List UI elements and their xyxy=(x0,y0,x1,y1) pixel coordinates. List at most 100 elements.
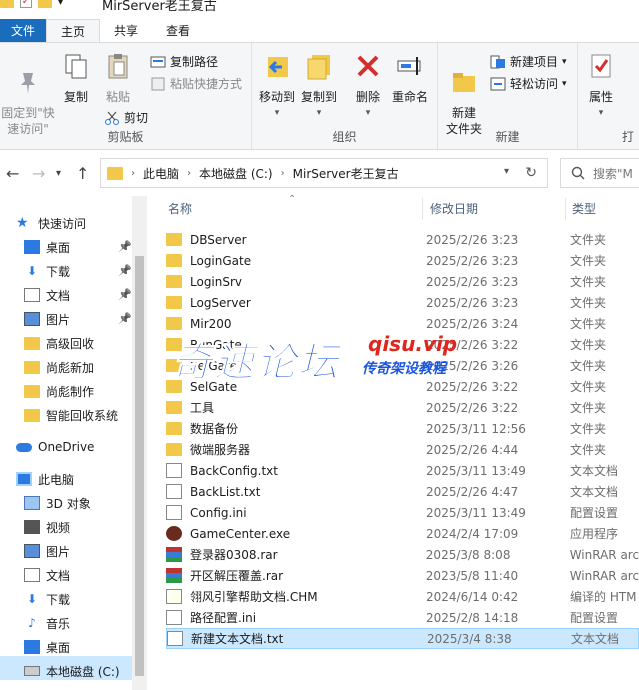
nav-quick-access[interactable]: ★ 快速访问 xyxy=(16,212,86,234)
cut-button[interactable]: 剪切 xyxy=(104,109,148,126)
rename-button[interactable]: 重命名 xyxy=(390,51,430,105)
pin-icon[interactable]: 📌 xyxy=(118,312,132,325)
file-row[interactable]: 数据备份 2025/3/11 12:56 文件夹 xyxy=(166,418,639,439)
tab-file[interactable]: 文件 xyxy=(0,19,46,43)
file-row[interactable]: LogServer 2025/2/26 3:23 文件夹 xyxy=(166,292,639,313)
recent-dropdown-icon[interactable]: ▾ xyxy=(56,168,61,179)
copy-to-icon xyxy=(307,55,330,80)
copy-to-button[interactable]: 复制到 ▾ xyxy=(300,51,338,121)
easy-access-button[interactable]: 轻松访问 ▾ xyxy=(490,75,567,92)
file-row[interactable]: LoginGate 2025/2/26 3:23 文件夹 xyxy=(166,250,639,271)
refresh-icon[interactable]: ↻ xyxy=(525,165,537,181)
breadcrumb-current-folder[interactable]: MirServer老王复古 xyxy=(293,165,399,182)
pin-icon[interactable]: 📌 xyxy=(118,264,132,277)
back-arrow-icon[interactable]: ← xyxy=(6,164,19,183)
file-name: LogServer xyxy=(190,295,251,310)
column-separator[interactable] xyxy=(422,198,423,220)
nav-this-pc[interactable]: 此电脑 xyxy=(16,468,74,490)
nav-quick-item[interactable]: 智能回收系统 xyxy=(24,404,118,426)
nav-pc-item[interactable]: 文档 xyxy=(24,564,70,586)
file-name: 新建文本文档.txt xyxy=(191,632,284,646)
move-to-button[interactable]: 移动到 ▾ xyxy=(258,51,296,121)
file-name-cell: LogServer xyxy=(166,296,426,310)
breadcrumb-separator-icon[interactable]: › xyxy=(187,168,191,179)
nav-quick-item[interactable]: 图片 xyxy=(24,308,70,330)
properties-button[interactable]: 属性 ▾ xyxy=(584,51,618,121)
tab-share[interactable]: 共享 xyxy=(100,19,152,43)
new-item-button[interactable]: 新建项目 ▾ xyxy=(490,53,567,70)
file-name-cell: 新建文本文档.txt xyxy=(167,630,427,647)
pin-icon[interactable]: 📌 xyxy=(118,288,132,301)
nav-pc-item[interactable]: 桌面 xyxy=(24,636,70,658)
folder-file-icon xyxy=(166,275,182,288)
pin-quick-access-button[interactable]: 固定到"快 速访问" xyxy=(0,51,56,137)
picture-icon xyxy=(24,544,40,558)
up-arrow-icon[interactable]: ↑ xyxy=(76,164,89,183)
column-separator[interactable] xyxy=(565,198,566,220)
file-row[interactable]: 开区解压覆盖.rar 2023/5/8 11:40 WinRAR arc xyxy=(166,565,639,586)
tab-home[interactable]: 主页 xyxy=(46,19,101,43)
address-bar[interactable]: › 此电脑 › 本地磁盘 (C:) › MirServer老王复古 ▾ ↻ xyxy=(100,158,548,188)
file-name: GameCenter.exe xyxy=(190,526,291,541)
nav-quick-item[interactable]: ⬇ 下载 xyxy=(24,260,70,282)
nav-scrollbar-thumb[interactable] xyxy=(135,256,144,676)
nav-onedrive[interactable]: OneDrive xyxy=(16,436,94,458)
file-row[interactable]: DBServer 2025/2/26 3:23 文件夹 xyxy=(166,229,639,250)
breadcrumb-this-pc[interactable]: 此电脑 xyxy=(143,165,179,182)
nav-quick-item[interactable]: 高级回收 xyxy=(24,332,94,354)
nav-pc-item[interactable]: 视频 xyxy=(24,516,70,538)
properties-label: 属性 xyxy=(588,90,613,104)
new-folder-button[interactable]: 新建 文件夹 xyxy=(444,51,484,137)
move-to-label: 移动到 xyxy=(258,90,295,104)
file-name-cell: GameCenter.exe xyxy=(166,526,426,541)
file-type: 文件夹 xyxy=(570,401,607,415)
file-row[interactable]: 路径配置.ini 2025/2/8 14:18 配置设置 xyxy=(166,607,639,628)
txt-file-icon xyxy=(167,631,183,646)
folder-file-icon xyxy=(166,317,182,330)
nav-pc-item[interactable]: 图片 xyxy=(24,540,70,562)
file-type: 文件夹 xyxy=(570,254,607,268)
nav-pc-item[interactable]: ♪ 音乐 xyxy=(24,612,70,634)
file-row[interactable]: GameCenter.exe 2024/2/4 17:09 应用程序 xyxy=(166,523,639,544)
nav-pc-item[interactable]: 3D 对象 xyxy=(24,492,91,514)
breadcrumb-separator-icon[interactable]: › xyxy=(281,168,285,179)
pin-icon[interactable]: 📌 xyxy=(118,240,132,253)
breadcrumb-separator-icon[interactable]: › xyxy=(131,168,135,179)
copy-button[interactable]: 复制 xyxy=(60,51,92,105)
copy-path-button[interactable]: 复制路径 xyxy=(150,53,218,70)
file-type: 应用程序 xyxy=(570,527,619,541)
nav-pc-item[interactable]: ⬇ 下载 xyxy=(24,588,70,610)
folder-file-icon xyxy=(166,443,182,456)
paste-shortcut-button[interactable]: 粘贴快捷方式 xyxy=(150,75,242,92)
breadcrumb-local-disk[interactable]: 本地磁盘 (C:) xyxy=(199,165,273,182)
column-header-date[interactable]: 修改日期 xyxy=(430,196,560,222)
nav-quick-access-label: 快速访问 xyxy=(38,216,87,231)
file-row[interactable]: 新建文本文档.txt 2025/3/4 8:38 文本文档 xyxy=(166,628,639,649)
nav-pc-item[interactable]: 本地磁盘 (C:) xyxy=(24,660,120,682)
nav-quick-item[interactable]: 尚彪新加 xyxy=(24,356,94,378)
nav-scrollbar[interactable] xyxy=(132,196,147,690)
file-row[interactable]: 工具 2025/2/26 3:22 文件夹 xyxy=(166,397,639,418)
nav-item-label: 尚彪新加 xyxy=(46,360,95,375)
new-folder-icon[interactable] xyxy=(38,0,52,8)
properties-check-icon[interactable]: ✓ xyxy=(20,0,32,8)
file-row[interactable]: BackList.txt 2025/2/26 4:47 文本文档 xyxy=(166,481,639,502)
nav-quick-item[interactable]: 尚彪制作 xyxy=(24,380,94,402)
nav-quick-item[interactable]: 文档 xyxy=(24,284,70,306)
file-row[interactable]: 微端服务器 2025/2/26 4:44 文件夹 xyxy=(166,439,639,460)
file-row[interactable]: 登录器0308.rar 2025/3/8 8:08 WinRAR arc xyxy=(166,544,639,565)
quick-toolbar-dropdown-icon[interactable]: ▾ xyxy=(58,0,63,8)
folder-icon xyxy=(24,336,40,350)
file-row[interactable]: Config.ini 2025/3/11 13:49 配置设置 xyxy=(166,502,639,523)
nav-quick-item[interactable]: 桌面 xyxy=(24,236,70,258)
search-box[interactable]: 搜索"M xyxy=(560,158,639,188)
address-dropdown-icon[interactable]: ▾ xyxy=(504,166,509,177)
file-row[interactable]: LoginSrv 2025/2/26 3:23 文件夹 xyxy=(166,271,639,292)
delete-button[interactable]: 删除 ▾ xyxy=(352,51,384,121)
forward-arrow-icon[interactable]: → xyxy=(32,164,45,183)
column-header-type[interactable]: 类型 xyxy=(572,196,639,222)
file-row[interactable]: 翎风引擎帮助文档.CHM 2024/6/14 0:42 编译的 HTM xyxy=(166,586,639,607)
tab-view[interactable]: 查看 xyxy=(152,19,204,43)
paste-button[interactable]: 粘贴 xyxy=(100,51,136,105)
file-row[interactable]: BackConfig.txt 2025/3/11 13:49 文本文档 xyxy=(166,460,639,481)
